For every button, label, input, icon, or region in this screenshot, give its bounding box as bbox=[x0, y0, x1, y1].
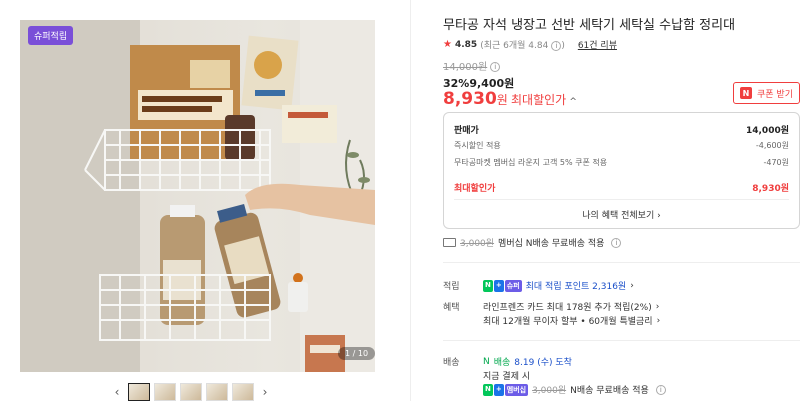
delivery-fee-row: N + 멤버십 3,000원 N배송 무료배송 적용 i bbox=[483, 383, 666, 396]
truck-icon bbox=[443, 238, 456, 247]
final-price-unit: 원 bbox=[496, 93, 508, 107]
price-row: 즉시할인 적용 -4,600원 bbox=[454, 141, 789, 150]
n-delivery-icon: N bbox=[483, 356, 490, 367]
membership-badge: N + 멤버십 bbox=[483, 383, 529, 396]
thumbnail[interactable] bbox=[232, 382, 254, 401]
divider bbox=[443, 262, 800, 263]
price-breakdown-box: 판매가 14,000원 즉시할인 적용 -4,600원 무타공마켓 멤버십 라운지 … bbox=[443, 112, 800, 229]
naver-coupon-icon: N bbox=[740, 87, 752, 99]
delivery-type: 배송 bbox=[493, 358, 511, 368]
rating-row: ★ 4.85 (최근 6개월 4.84 i) 61건 리뷰 bbox=[443, 38, 617, 51]
shipping-summary: 3,000원 멤버십 N배송 무료배송 적용 i bbox=[443, 236, 622, 249]
product-title: 무타공 자석 냉장고 선반 세탁기 세탁실 수납함 정리대 bbox=[443, 18, 736, 33]
delivery-condition: 지금 결제 시 bbox=[483, 372, 531, 382]
info-icon[interactable]: i bbox=[655, 384, 666, 395]
chevron-up-icon[interactable]: ^ bbox=[569, 97, 577, 107]
delivery-fee-text: N배송 무료배송 적용 bbox=[570, 386, 649, 396]
benefits-label: 혜택 bbox=[443, 303, 460, 313]
product-details: 무타공 자석 냉장고 선반 세탁기 세탁실 수납함 정리대 ★ 4.85 (최근… bbox=[443, 0, 800, 401]
info-icon[interactable]: i bbox=[611, 237, 622, 248]
thumbnail[interactable] bbox=[180, 382, 202, 401]
coupon-button-label: 쿠폰 받기 bbox=[757, 89, 793, 100]
coupon-button[interactable]: N 쿠폰 받기 bbox=[733, 82, 800, 104]
final-price-label: 최대할인가 bbox=[511, 93, 567, 107]
shipping-summary-text: 멤버십 N배송 무료배송 적용 bbox=[498, 239, 605, 249]
points-text: 최대 적립 포인트 2,316원 bbox=[525, 282, 627, 292]
naverpay-badge: N + 슈퍼 bbox=[483, 279, 522, 292]
divider bbox=[454, 199, 789, 200]
product-gallery: 슈퍼적립 1 / 10 ‹ › bbox=[0, 0, 410, 401]
main-product-image[interactable] bbox=[20, 20, 375, 372]
rating-value: 4.85 bbox=[454, 39, 478, 50]
thumbnail[interactable] bbox=[128, 382, 150, 401]
info-icon[interactable]: i bbox=[490, 62, 501, 72]
delivery-label: 배송 bbox=[443, 358, 460, 368]
final-price: 8,930 bbox=[443, 89, 497, 109]
rating-recent: (최근 6개월 4.84 i) bbox=[480, 40, 565, 51]
price-total-row: 최대할인가 8,930원 bbox=[454, 184, 789, 194]
benefit-line[interactable]: 최대 12개월 무이자 할부 • 60개월 특별금리 › bbox=[483, 314, 660, 328]
points-label: 적립 bbox=[443, 282, 460, 292]
delivery-date: 8.19 (수) 도착 bbox=[514, 358, 572, 368]
star-icon: ★ bbox=[443, 39, 452, 50]
thumbnail[interactable] bbox=[154, 382, 176, 401]
divider bbox=[443, 340, 800, 341]
old-shipping-fee: 3,000원 bbox=[460, 239, 495, 249]
points-row[interactable]: N + 슈퍼 최대 적립 포인트 2,316원 › bbox=[483, 279, 634, 292]
old-delivery-fee: 3,000원 bbox=[532, 386, 567, 396]
delivery-date-row: N 배송 8.19 (수) 도착 bbox=[483, 355, 572, 369]
original-price: 14,000원 i bbox=[443, 58, 501, 73]
review-link[interactable]: 61건 리뷰 bbox=[578, 38, 617, 51]
chevron-right-icon[interactable]: › bbox=[258, 385, 272, 399]
image-counter: 1 / 10 bbox=[338, 347, 376, 360]
thumbnail[interactable] bbox=[206, 382, 228, 401]
price-row: 판매가 14,000원 bbox=[454, 126, 789, 136]
chevron-left-icon[interactable]: ‹ bbox=[110, 385, 124, 399]
thumbnail-strip: ‹ › bbox=[110, 382, 290, 401]
info-icon[interactable]: i bbox=[551, 40, 562, 51]
final-price-row[interactable]: 8,930원 최대할인가 ^ bbox=[443, 89, 577, 109]
benefit-line[interactable]: 라인프렌즈 카드 최대 178원 추가 적립(2%) › bbox=[483, 300, 659, 314]
all-benefits-link[interactable]: 나의 혜택 전체보기 › bbox=[444, 208, 799, 221]
product-photo-illustration bbox=[20, 20, 375, 372]
column-divider bbox=[410, 0, 411, 401]
price-row: 무타공마켓 멤버십 라운지 고객 5% 쿠폰 적용 -470원 bbox=[454, 158, 789, 167]
super-points-badge: 슈퍼적립 bbox=[28, 26, 74, 45]
